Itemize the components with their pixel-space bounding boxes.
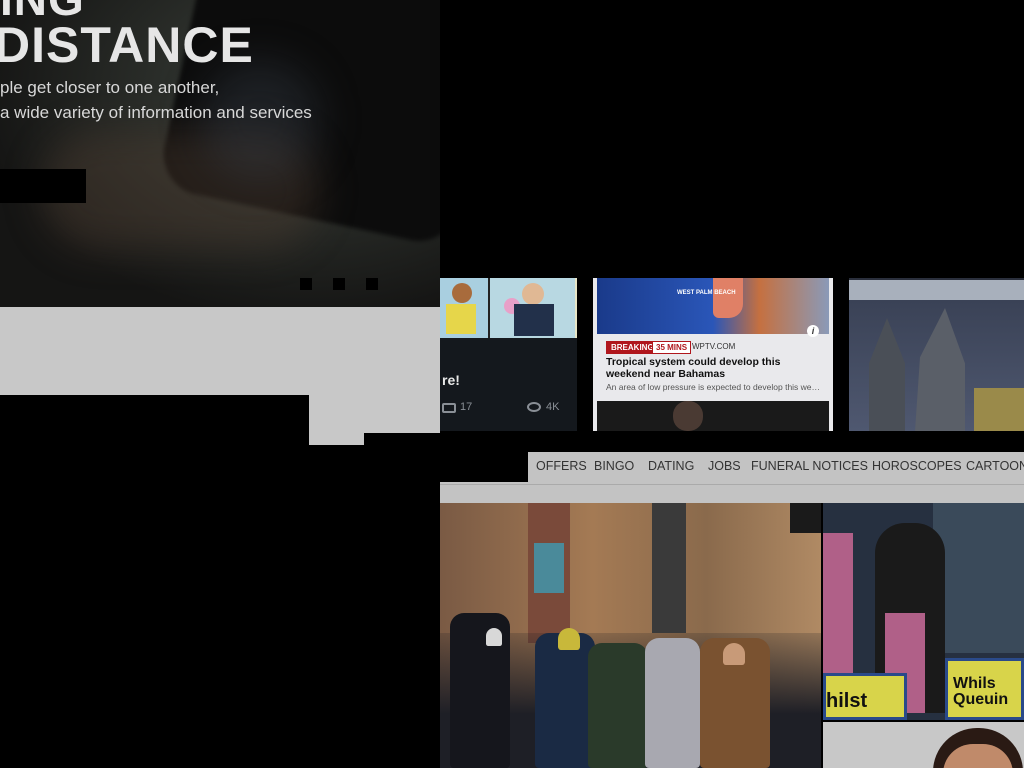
person-figure xyxy=(535,633,595,768)
black-block xyxy=(364,433,440,445)
sign-text-line-2: Queuin xyxy=(953,691,1009,708)
gray-panel xyxy=(0,307,440,395)
sculpture-card[interactable] xyxy=(849,278,1024,431)
news-card[interactable]: WEST PALM BEACH i BREAKING 35 MINS WPTV.… xyxy=(593,278,833,431)
person-face xyxy=(723,643,745,665)
crowd-photo[interactable] xyxy=(440,503,821,768)
hero-title: DISTANCE xyxy=(0,17,254,73)
person-figure xyxy=(823,533,853,683)
person-figure xyxy=(588,643,648,768)
card-title[interactable]: re! xyxy=(442,372,460,388)
card-caption-area xyxy=(440,340,577,431)
view-count: 4K xyxy=(546,401,560,413)
comic-card[interactable]: re! 17 4K xyxy=(440,278,577,431)
nav-logo-area xyxy=(440,452,528,482)
shop-window xyxy=(933,503,1024,653)
comic-character-face xyxy=(452,283,472,303)
eye-icon xyxy=(527,402,541,412)
sign-text-line-1: Whils xyxy=(953,675,996,692)
face-mask xyxy=(486,628,502,646)
hero-subtitle-line2: a wide variety of information and servic… xyxy=(0,103,312,122)
time-badge: 35 MINS xyxy=(652,341,692,354)
carousel-dot-3[interactable] xyxy=(366,278,378,290)
nav-item-dating[interactable]: DATING xyxy=(648,459,694,473)
window-shape xyxy=(974,388,1024,431)
nav-item-jobs[interactable]: JOBS xyxy=(708,459,741,473)
nav-item-offers[interactable]: OFFERS xyxy=(536,459,587,473)
comic-character-face xyxy=(522,283,544,305)
nav-item-funeral-notices[interactable]: FUNERAL NOTICES xyxy=(751,459,868,473)
comic-character-body xyxy=(446,304,476,334)
hero-cta-button[interactable] xyxy=(0,169,86,203)
news-description: An area of low pressure is expected to d… xyxy=(606,382,821,392)
ceiling-light xyxy=(849,280,1024,300)
nav-item-cartoon[interactable]: CARTOON xyxy=(966,459,1024,473)
building-shadow xyxy=(790,503,821,533)
comment-icon xyxy=(442,403,456,413)
nav-subbar xyxy=(440,484,1024,503)
comic-image xyxy=(440,278,577,338)
news-thumbnail[interactable] xyxy=(597,401,829,431)
yellow-hood xyxy=(558,628,580,650)
news-thumbnail-figure xyxy=(673,401,703,431)
carousel-dot-2[interactable] xyxy=(333,278,345,290)
person-figure xyxy=(645,638,700,768)
carousel-dot-1[interactable] xyxy=(300,278,312,290)
news-headline[interactable]: Tropical system could develop this weeke… xyxy=(606,356,821,380)
hero-banner: ING DISTANCE ple get closer to one anoth… xyxy=(0,0,440,307)
comment-count: 17 xyxy=(460,401,473,413)
sign-text-lines: Whils Queuin xyxy=(953,676,1008,708)
info-icon[interactable]: i xyxy=(807,325,819,337)
portrait-photo[interactable] xyxy=(823,722,1024,768)
nav-item-horoscopes[interactable]: HOROSCOPES xyxy=(872,459,962,473)
hero-subtitle-line1: ple get closer to one another, xyxy=(0,78,220,97)
building-pillar xyxy=(652,503,686,633)
map-label: WEST PALM BEACH xyxy=(677,290,736,296)
breaking-badge: BREAKING xyxy=(606,341,659,354)
news-source: WPTV.COM xyxy=(692,342,736,351)
weather-map-landmass xyxy=(713,278,743,318)
sign-text: hilst xyxy=(826,690,868,712)
comic-character-body xyxy=(514,304,554,336)
nav-item-bingo[interactable]: BINGO xyxy=(594,459,634,473)
building-window xyxy=(534,543,564,593)
